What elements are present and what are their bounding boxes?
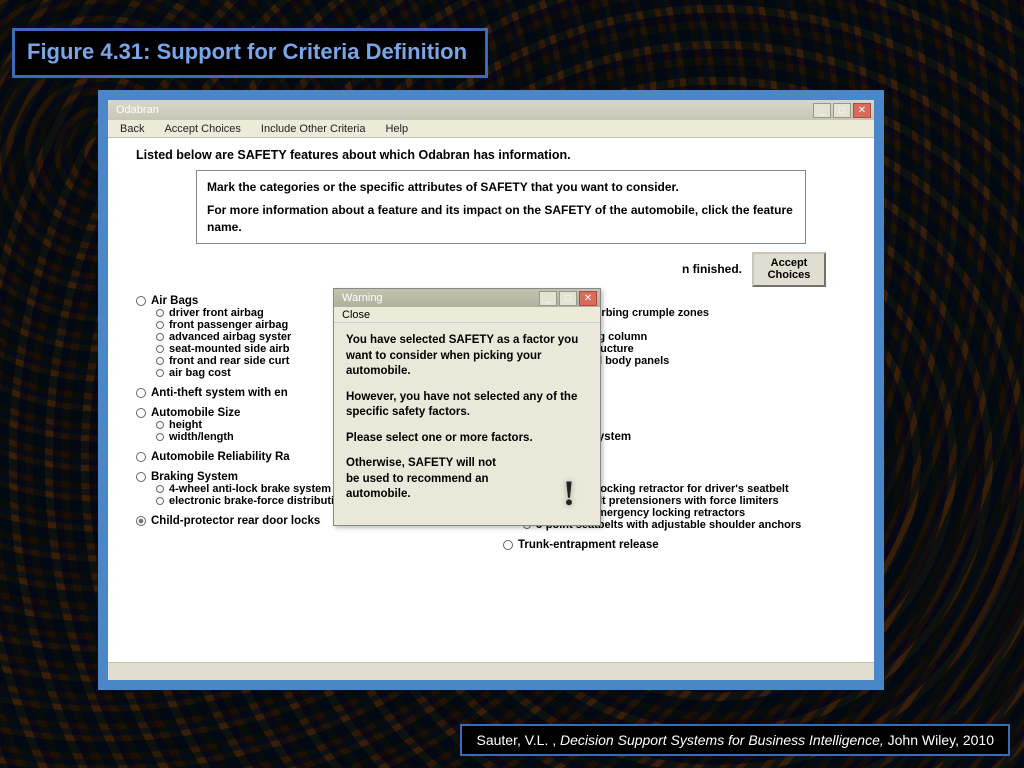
- warning-close-menu[interactable]: Close: [342, 309, 370, 321]
- window-controls: _ □ ✕: [813, 103, 871, 118]
- radio-icon[interactable]: [503, 540, 513, 550]
- menu-accept-choices[interactable]: Accept Choices: [164, 123, 240, 135]
- category-label: Braking System: [151, 471, 238, 483]
- exclamation-icon: !: [552, 473, 586, 515]
- accept-row: n finished. Accept Choices: [136, 252, 846, 286]
- sub-label: advanced airbag syster: [169, 331, 291, 343]
- menu-help[interactable]: Help: [385, 123, 408, 135]
- category-head[interactable]: Trunk-entrapment release: [503, 539, 846, 551]
- figure-title: Figure 4.31: Support for Criteria Defini…: [12, 28, 488, 78]
- warning-body: You have selected SAFETY as a factor you…: [334, 323, 600, 525]
- warning-menubar: Close: [334, 307, 600, 323]
- app-menubar: Back Accept Choices Include Other Criter…: [108, 120, 874, 138]
- radio-icon[interactable]: [156, 433, 164, 441]
- warning-p3: Please select one or more factors.: [346, 431, 588, 447]
- category-label: Trunk-entrapment release: [518, 539, 659, 551]
- app-titlebar: Odabran _ □ ✕: [108, 100, 874, 120]
- sub-label: front passenger airbag: [169, 319, 288, 331]
- radio-icon[interactable]: [156, 321, 164, 329]
- citation-author: Sauter, V.L. ,: [476, 732, 560, 748]
- maximize-button[interactable]: □: [833, 103, 851, 118]
- sub-label: driver front airbag: [169, 307, 264, 319]
- sub-label: air bag cost: [169, 367, 231, 379]
- sub-label: width/length: [169, 431, 234, 443]
- radio-icon[interactable]: [136, 452, 146, 462]
- radio-icon[interactable]: [156, 485, 164, 493]
- citation: Sauter, V.L. , Decision Support Systems …: [460, 724, 1010, 756]
- warn-close-button[interactable]: ✕: [579, 291, 597, 306]
- app-window: Odabran _ □ ✕ Back Accept Choices Includ…: [108, 100, 874, 680]
- warning-title-text: Warning: [342, 292, 383, 304]
- slide-background: Figure 4.31: Support for Criteria Defini…: [0, 0, 1024, 768]
- radio-icon[interactable]: [136, 516, 146, 526]
- radio-icon[interactable]: [156, 333, 164, 341]
- sub-label: electronic brake-force distribution: [169, 495, 347, 507]
- radio-icon[interactable]: [136, 296, 146, 306]
- radio-icon[interactable]: [136, 472, 146, 482]
- menu-back[interactable]: Back: [120, 123, 144, 135]
- app-title: Odabran: [116, 104, 159, 116]
- category: Trunk-entrapment release: [503, 539, 846, 551]
- warning-titlebar: Warning _ □ ✕: [334, 289, 600, 307]
- radio-icon[interactable]: [136, 408, 146, 418]
- warning-p4: Otherwise, SAFETY will not be used to re…: [346, 456, 496, 503]
- warning-dialog: Warning _ □ ✕ Close You have selected SA…: [333, 288, 601, 526]
- sub-label: seat-mounted side airb: [169, 343, 289, 355]
- category-label: Child-protector rear door locks: [151, 515, 320, 527]
- instruction-box: Mark the categories or the specific attr…: [196, 170, 806, 244]
- warn-minimize-button[interactable]: _: [539, 291, 557, 306]
- sub-label: front and rear side curt: [169, 355, 289, 367]
- radio-icon[interactable]: [156, 357, 164, 365]
- category-label: Anti-theft system with en: [151, 387, 288, 399]
- radio-icon[interactable]: [156, 497, 164, 505]
- warning-p1: You have selected SAFETY as a factor you…: [346, 333, 588, 380]
- sub-label: 4-wheel anti-lock brake system: [169, 483, 331, 495]
- radio-icon[interactable]: [156, 309, 164, 317]
- warn-maximize-button[interactable]: □: [559, 291, 577, 306]
- radio-icon[interactable]: [136, 388, 146, 398]
- body-heading: Listed below are SAFETY features about w…: [136, 148, 846, 162]
- status-bar: [108, 662, 874, 680]
- accept-hint-fragment: n finished.: [682, 262, 742, 276]
- close-button[interactable]: ✕: [853, 103, 871, 118]
- category-label: Automobile Size: [151, 407, 240, 419]
- minimize-button[interactable]: _: [813, 103, 831, 118]
- warning-p2: However, you have not selected any of th…: [346, 390, 588, 421]
- accept-choices-label: Accept Choices: [764, 257, 814, 281]
- citation-publisher: John Wiley, 2010: [888, 732, 994, 748]
- sub-label: height: [169, 419, 202, 431]
- category-label: Automobile Reliability Ra: [151, 451, 290, 463]
- app-body: Listed below are SAFETY features about w…: [108, 138, 874, 662]
- radio-icon[interactable]: [156, 369, 164, 377]
- menu-include-other[interactable]: Include Other Criteria: [261, 123, 366, 135]
- screenshot-frame: Odabran _ □ ✕ Back Accept Choices Includ…: [98, 90, 884, 690]
- instruction-line-1: Mark the categories or the specific attr…: [207, 179, 795, 196]
- accept-choices-button[interactable]: Accept Choices: [752, 252, 826, 286]
- category-label: Air Bags: [151, 295, 198, 307]
- radio-icon[interactable]: [156, 345, 164, 353]
- radio-icon[interactable]: [156, 421, 164, 429]
- instruction-line-2: For more information about a feature and…: [207, 202, 795, 236]
- citation-title: Decision Support Systems for Business In…: [560, 732, 888, 748]
